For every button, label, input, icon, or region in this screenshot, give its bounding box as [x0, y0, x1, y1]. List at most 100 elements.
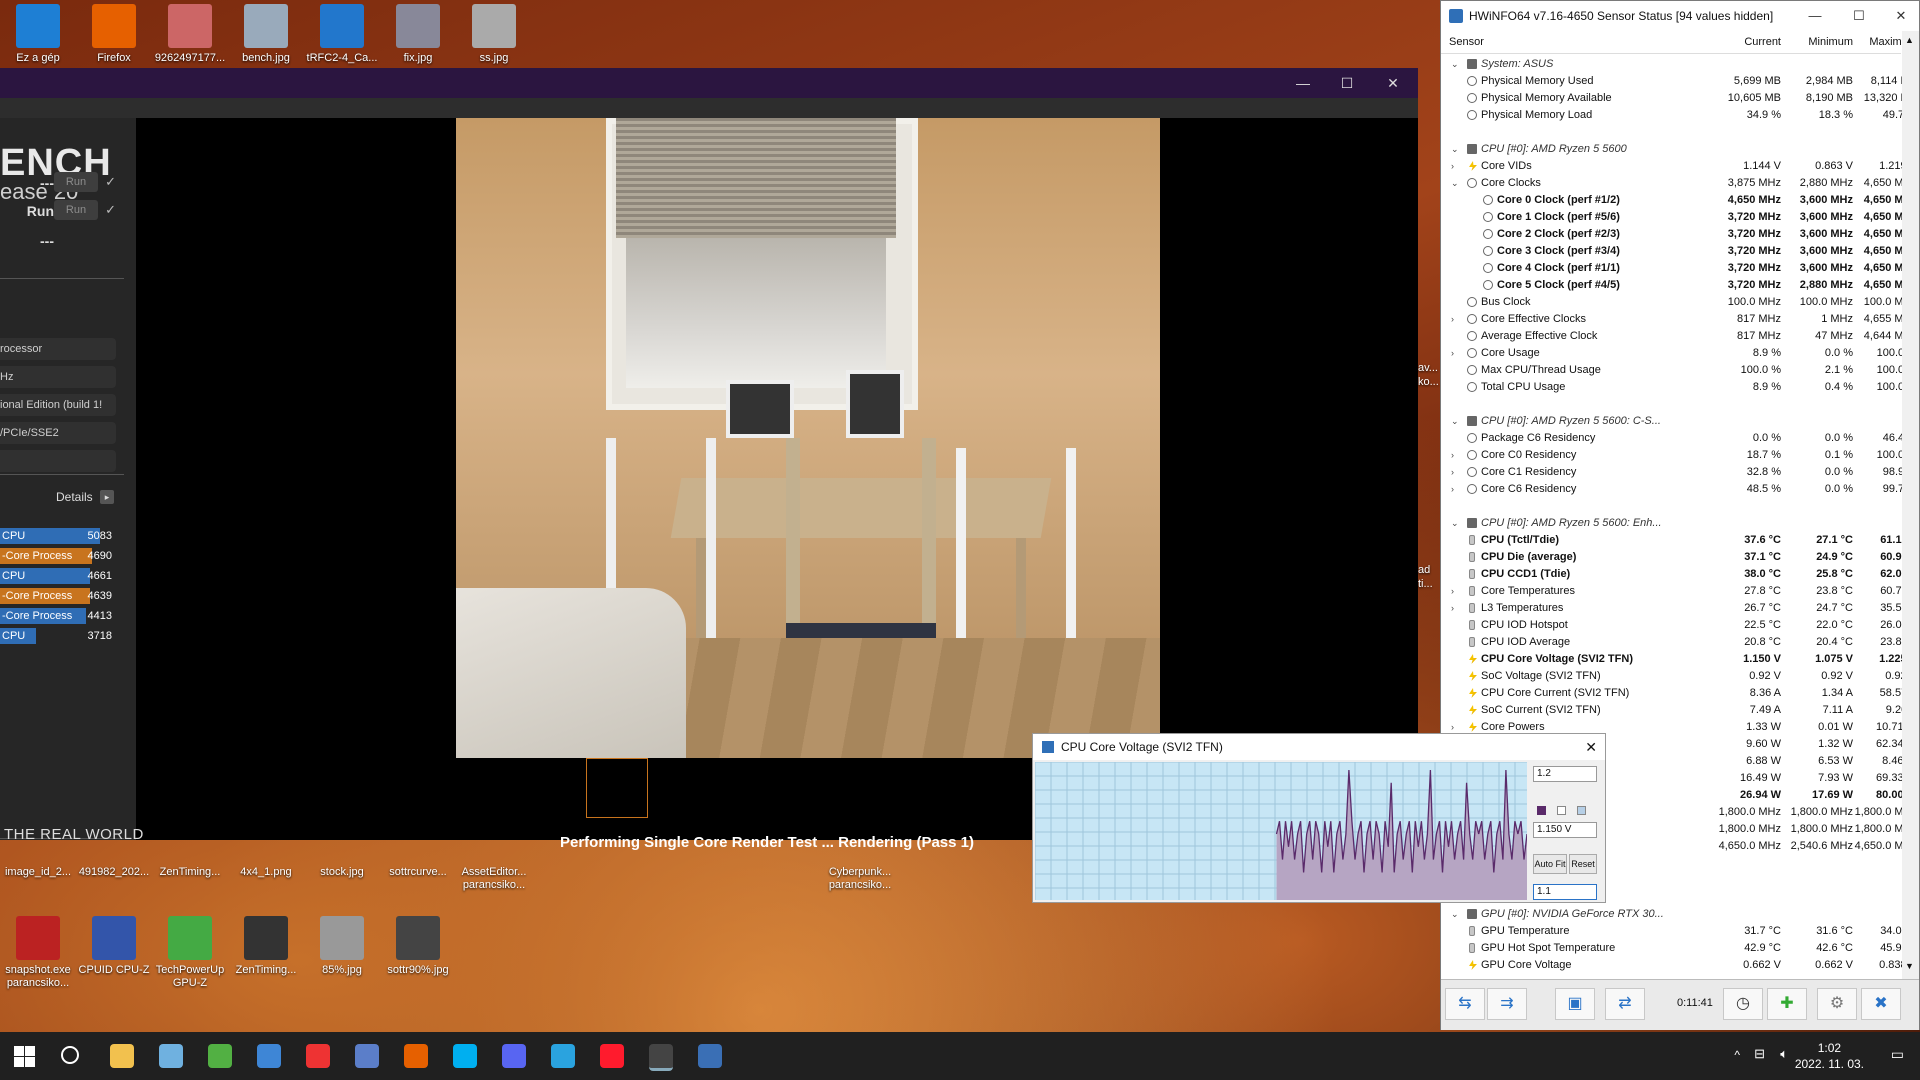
sensor-group-row[interactable]: ⌄ CPU [#0]: AMD Ryzen 5 5600: C-S... — [1441, 413, 1901, 430]
notepad-icon[interactable] — [159, 1044, 183, 1068]
scroll-down-icon[interactable]: ▼ — [1905, 961, 1914, 971]
chevron-right-icon[interactable]: › — [1451, 345, 1454, 362]
maximize-button[interactable]: ☐ — [1324, 68, 1370, 98]
desktop-icon[interactable]: ZenTiming... — [228, 916, 304, 977]
desktop-icon[interactable]: Firefox — [76, 4, 152, 65]
sensor-row[interactable]: ⌄ Core Clocks 3,875 MHz 2,880 MHz 4,650 MHz — [1441, 175, 1917, 192]
sensor-row[interactable]: › Core Temperatures 27.8 °C 23.8 °C 60.7 °C — [1441, 583, 1917, 600]
chevron-right-icon[interactable]: › — [1451, 481, 1454, 498]
sensor-row[interactable]: Physical Memory Used 5,699 MB 2,984 MB 8,11… — [1441, 73, 1917, 90]
desktop-icon[interactable]: 85%.jpg — [304, 916, 380, 977]
sensor-row[interactable]: Total CPU Usage 8.9 % 0.4 % 100.0 % — [1441, 379, 1917, 396]
maximize-button[interactable]: ☐ — [1841, 1, 1877, 31]
skype-icon[interactable] — [453, 1044, 477, 1068]
auto-fit-button[interactable]: Auto Fit — [1533, 854, 1567, 874]
sensor-row[interactable]: CPU Core Current (SVI2 TFN) 8.36 A 1.34 A5… — [1441, 685, 1917, 702]
chevron-down-icon[interactable]: ⌄ — [1451, 56, 1459, 73]
sensor-row[interactable]: › Core VIDs 1.144 V 0.863 V 1.219 V — [1441, 158, 1917, 175]
desktop-icon[interactable]: TechPowerUp GPU-Z — [152, 916, 228, 990]
sensor-row[interactable]: Core 0 Clock (perf #1/2) 4,650 MHz 3,600 M… — [1441, 192, 1917, 209]
volume-tray-icon[interactable]: 🔈︎ — [1780, 1046, 1788, 1062]
sensor-row[interactable]: SoC Voltage (SVI2 TFN)0.92 V0.92 V0.92 V — [1441, 668, 1917, 685]
sensor-row[interactable]: › Core C1 Residency 32.8 % 0.0 % 98.9 % — [1441, 464, 1917, 481]
sensor-group-row[interactable]: ⌄ System: ASUS — [1441, 56, 1901, 73]
grid-color-swatch[interactable] — [1577, 806, 1586, 815]
close-button[interactable]: ✕ — [1883, 1, 1919, 31]
telegram-icon[interactable] — [551, 1044, 575, 1068]
desktop-icon-label[interactable]: stock.jpg — [304, 866, 380, 879]
close-icon[interactable]: ✖ — [1861, 988, 1901, 1020]
desktop-icon[interactable]: bench.jpg — [228, 4, 304, 65]
desktop-icon-label[interactable]: 4x4_1.png — [228, 866, 304, 879]
ranking-entry[interactable]: CPU 5083 — [0, 528, 116, 544]
sensor-row[interactable]: CPU IOD Average 20.8 °C 20.4 °C 23.8 °C — [1441, 634, 1917, 651]
chevron-right-icon[interactable]: › — [1451, 158, 1454, 175]
sensor-row[interactable]: CPU Die (average) 37.1 °C 24.9 °C 60.9 °C — [1441, 549, 1917, 566]
desktop-icon-label[interactable]: ZenTiming... — [152, 866, 228, 879]
desktop-icon-label[interactable]: sottrcurve... — [380, 866, 456, 879]
run-button[interactable]: Run — [54, 172, 98, 192]
sensor-row[interactable]: Physical Memory Load 34.9 % 18.3 % 49.7 % — [1441, 107, 1917, 124]
sensor-row[interactable]: › Core C0 Residency 18.7 % 0.1 % 100.0 % — [1441, 447, 1917, 464]
sensor-row[interactable]: CPU CCD1 (Tdie) 38.0 °C 25.8 °C 62.0 °C — [1441, 566, 1917, 583]
chevron-right-icon[interactable]: › — [1451, 583, 1454, 600]
cinebench-titlebar[interactable]: — ☐ ✕ — [0, 68, 1418, 98]
close-button[interactable]: ✕ — [1370, 68, 1416, 98]
desktop-icon-label[interactable]: Cyberpunk... parancsiko... — [822, 866, 898, 892]
network-tray-icon[interactable]: ⊟ — [1754, 1046, 1765, 1062]
desktop-icon[interactable]: sottr90%.jpg — [380, 916, 456, 977]
sensor-row[interactable]: Physical Memory Available 10,605 MB 8,190 … — [1441, 90, 1917, 107]
sensor-row[interactable]: Package C6 Residency 0.0 % 0.0 % 46.4 % — [1441, 430, 1917, 447]
graph-min-field[interactable]: 1.1 — [1533, 884, 1597, 900]
snipping-icon[interactable] — [257, 1044, 281, 1068]
sensor-group-row[interactable]: ⌄ CPU [#0]: AMD Ryzen 5 5600 — [1441, 141, 1901, 158]
save-icon[interactable] — [355, 1044, 379, 1068]
sensor-row[interactable]: Core 3 Clock (perf #3/4) 3,720 MHz 3,600 M… — [1441, 243, 1917, 260]
sensor-group-row[interactable]: ⌄ GPU [#0]: NVIDIA GeForce RTX 30... — [1441, 906, 1901, 923]
sensor-row[interactable]: GPU Temperature 31.7 °C 31.6 °C 34.0 °C — [1441, 923, 1917, 940]
chevron-right-icon[interactable]: › — [1451, 447, 1454, 464]
desktop-icon[interactable]: snapshot.exe parancsiko... — [0, 916, 76, 990]
ranking-entry[interactable]: CPU 3718 — [0, 628, 116, 644]
taskbar-clock[interactable]: 1:02 2022. 11. 03. — [1795, 1040, 1864, 1072]
close-icon[interactable]: ✕ — [1585, 734, 1597, 760]
desktop-icon[interactable]: 9262497177... — [152, 4, 228, 65]
run-button[interactable]: Run — [54, 200, 98, 220]
desktop-icon[interactable]: fix.jpg — [380, 4, 456, 65]
ranking-entry[interactable]: -Core Process 4639 — [0, 588, 116, 604]
sensor-row[interactable]: Max CPU/Thread Usage 100.0 % 2.1 % 100.0 % — [1441, 362, 1917, 379]
chevron-down-icon[interactable]: ⌄ — [1451, 141, 1459, 158]
minimize-button[interactable]: — — [1797, 1, 1833, 31]
chevron-right-icon[interactable]: › — [1451, 600, 1454, 617]
desktop-icon[interactable]: CPUID CPU-Z — [76, 916, 152, 977]
scroll-up-icon[interactable]: ▲ — [1905, 35, 1914, 45]
ranking-entry[interactable]: -Core Process 4690 — [0, 548, 116, 564]
settings-icon[interactable]: ⚙ — [1817, 988, 1857, 1020]
graph-titlebar[interactable]: CPU Core Voltage (SVI2 TFN) ✕ — [1033, 734, 1605, 760]
sensor-row[interactable]: CPU (Tctl/Tdie) 37.6 °C 27.1 °C 61.1 °C — [1441, 532, 1917, 549]
discord-icon[interactable] — [502, 1044, 526, 1068]
sensor-row[interactable]: CPU IOD Hotspot 22.5 °C 22.0 °C 26.0 °C — [1441, 617, 1917, 634]
checkmark-icon[interactable]: ✓ — [105, 174, 116, 190]
desktop-icon-label[interactable]: 491982_202... — [76, 866, 152, 879]
hwinfo-titlebar[interactable]: HWiNFO64 v7.16-4650 Sensor Status [94 va… — [1441, 1, 1919, 31]
network-icon[interactable]: ⇄ — [1605, 988, 1645, 1020]
column-maximum[interactable]: Maximum — [1441, 36, 1917, 48]
chevron-down-icon[interactable]: ⌄ — [1451, 906, 1459, 923]
ranking-entry[interactable]: CPU 4661 — [0, 568, 116, 584]
sensor-row[interactable]: Average Effective Clock 817 MHz 47 MHz 4,64… — [1441, 328, 1917, 345]
opera-icon[interactable] — [600, 1044, 624, 1068]
hwinfo-icon[interactable] — [698, 1044, 722, 1068]
sensor-row[interactable]: GPU Core Voltage 0.662 V 0.662 V 0.838 V — [1441, 957, 1917, 974]
sensor-row[interactable]: › Core Usage 8.9 % 0.0 % 100.0 % — [1441, 345, 1917, 362]
clock-icon[interactable]: ◷ — [1723, 988, 1763, 1020]
ranking-entry[interactable]: -Core Process 4413 — [0, 608, 116, 624]
checkmark-icon[interactable]: ✓ — [105, 202, 116, 218]
search-icon[interactable] — [61, 1046, 79, 1064]
bg-color-swatch[interactable] — [1557, 806, 1566, 815]
sensor-group-row[interactable]: ⌄ CPU [#0]: AMD Ryzen 5 5600: Enh... — [1441, 515, 1901, 532]
chevron-right-icon[interactable]: › — [1451, 311, 1454, 328]
desktop-icon[interactable]: tRFC2-4_Ca... — [304, 4, 380, 65]
xbox-icon[interactable] — [208, 1044, 232, 1068]
sensor-row[interactable]: Core 2 Clock (perf #2/3) 3,720 MHz 3,600 M… — [1441, 226, 1917, 243]
